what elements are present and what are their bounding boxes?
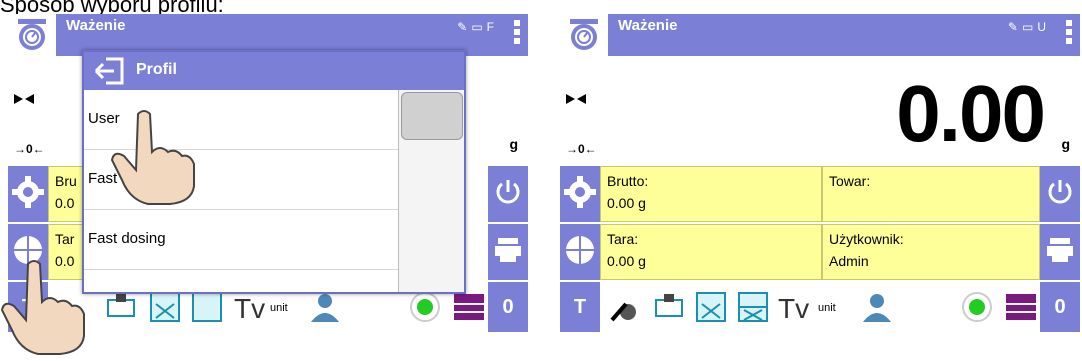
weight-unit: g [1061, 136, 1070, 152]
towar-label: Towar: [829, 173, 871, 189]
scale-icon[interactable] [8, 14, 56, 56]
info-row-2: Tara: 0.00 g Użytkownik: Admin [560, 224, 1080, 280]
tare-button[interactable]: T [560, 282, 600, 332]
stability-icon [566, 94, 586, 104]
printer-icon [495, 238, 521, 262]
dialog-title: Profil [136, 61, 177, 78]
svg-text:Tv: Tv [778, 293, 809, 324]
tv-icon[interactable]: Tv [232, 290, 266, 324]
status-icons: ✎ ▭ U [1008, 20, 1046, 34]
zero-button[interactable]: 0 [488, 282, 528, 332]
power-button[interactable] [488, 166, 528, 222]
hand-pointer-icon [0, 260, 85, 355]
power-button[interactable] [1040, 166, 1080, 222]
scroll-thumb[interactable] [401, 92, 463, 140]
info-cell-tara: Tara: 0.00 g [600, 224, 822, 280]
unit-change-icon[interactable]: unit [818, 302, 852, 336]
tv-icon[interactable]: Tv [776, 290, 810, 324]
settings-button[interactable] [8, 166, 48, 222]
print-button[interactable] [1040, 224, 1080, 280]
brutto-value: 0.00 g [607, 195, 646, 211]
list-item[interactable]: Precision [84, 270, 398, 292]
stability-icon [14, 94, 34, 104]
status-icons: ✎ ▭ F [457, 20, 494, 34]
gear-icon [564, 176, 596, 208]
grid-multi-icon[interactable] [736, 290, 770, 324]
menu-icon[interactable] [512, 20, 522, 48]
menu-icon[interactable] [1064, 20, 1074, 48]
monitor-icon: ▭ [1021, 20, 1034, 34]
print-button[interactable] [488, 224, 528, 280]
scale-tool-icon[interactable] [652, 290, 686, 324]
user-value: Admin [829, 253, 869, 269]
info-cell-user: Użytkownik: Admin [822, 224, 1040, 280]
database-icon[interactable] [452, 290, 486, 324]
settings-button[interactable] [560, 166, 600, 222]
weight-readout: 0.00 [896, 69, 1046, 158]
zero-button[interactable]: 0 [1040, 282, 1080, 332]
status-letter: F [486, 20, 494, 34]
power-icon [1048, 180, 1072, 204]
info-row-1: Brutto: 0.00 g Towar: [560, 166, 1080, 222]
printer-icon [1047, 238, 1073, 262]
gear-icon [12, 176, 44, 208]
green-indicator-icon[interactable] [408, 290, 442, 324]
pen-icon: ✎ [457, 20, 468, 34]
status-letter: U [1037, 20, 1046, 34]
brutto-label: Brutto: [607, 173, 649, 189]
database-icon[interactable] [1004, 290, 1038, 324]
zero-indicator: →0← [14, 142, 45, 156]
scale-icon[interactable] [560, 14, 608, 56]
grid-tool-icon[interactable] [190, 290, 224, 324]
info-cell-towar: Towar: [822, 166, 1040, 222]
mode-title: Ważenie [618, 17, 678, 34]
zero-indicator: →0← [566, 142, 597, 156]
svg-text:Tv: Tv [234, 293, 265, 324]
hand-pointer-icon [110, 110, 195, 205]
chart-button[interactable] [560, 224, 600, 280]
pen-icon: ✎ [1007, 20, 1018, 34]
info-cell-brutto: Brutto: 0.00 g [600, 166, 822, 222]
scale-tool-icon[interactable] [104, 290, 138, 324]
mode-title: Ważenie [66, 17, 126, 34]
dialog-header: Profil [84, 52, 464, 90]
bottom-toolbar: T Tv unit 0 [560, 282, 1080, 332]
user-icon[interactable] [308, 290, 342, 324]
green-indicator-icon[interactable] [960, 290, 994, 324]
pie-icon [566, 236, 594, 264]
wrench-gear-icon[interactable] [608, 290, 642, 324]
exit-icon[interactable] [92, 56, 126, 86]
monitor-icon: ▭ [471, 20, 483, 34]
power-icon [496, 180, 520, 204]
grid-x-icon[interactable] [694, 290, 728, 324]
grid-x-icon[interactable] [148, 290, 182, 324]
scrollbar[interactable] [398, 90, 464, 292]
unit-change-icon[interactable]: unit [270, 302, 304, 336]
tara-value: 0.00 g [607, 253, 646, 269]
list-item[interactable]: Fast dosing [84, 210, 398, 270]
right-terminal-screen: Ważenie ✎ ▭ U →0← 0.00 g Brutto: 0.00 g … [560, 14, 1080, 348]
left-terminal-screen: Ważenie ✎ ▭ F →0← g Bru 0.0 Tar 0.0 Tv u… [8, 14, 528, 348]
top-bar: Ważenie ✎ ▭ U [560, 14, 1080, 56]
user-label: Użytkownik: [829, 231, 904, 247]
weighing-display: →0← 0.00 g [560, 56, 1080, 166]
tara-label: Tara: [607, 231, 639, 247]
user-icon[interactable] [860, 290, 894, 324]
weight-unit: g [509, 136, 518, 152]
